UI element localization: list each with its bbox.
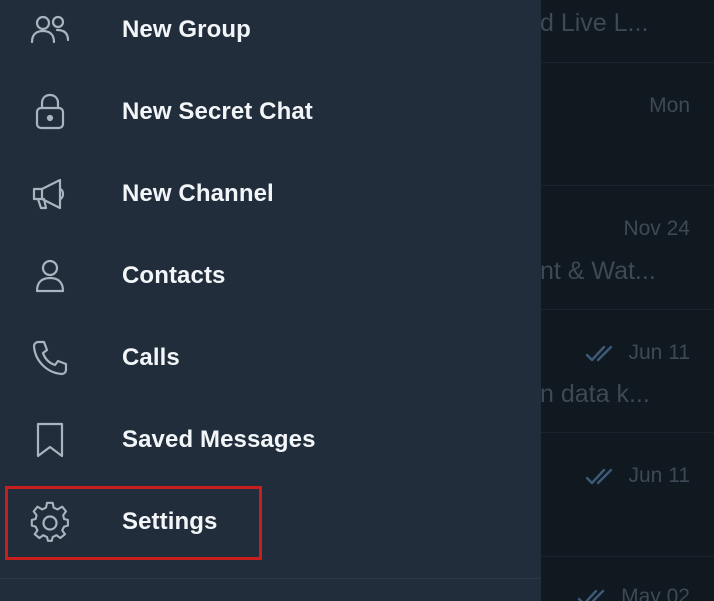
contact-icon <box>26 252 74 300</box>
menu-item-label: Contacts <box>122 262 226 289</box>
group-icon <box>26 6 74 54</box>
chat-snippet: nt & Wat... <box>540 257 656 285</box>
chat-date-text: Jun 11 <box>628 464 691 487</box>
megaphone-icon <box>26 170 74 218</box>
chat-date-text: Nov 24 <box>623 217 690 240</box>
chat-date-text: Jun 11 <box>628 341 691 364</box>
app-screen: d Live L... Mon Nov 24 nt & Wat... Jun 1… <box>0 0 714 601</box>
chat-date: Nov 24 <box>623 217 690 241</box>
lock-icon <box>26 88 74 136</box>
chat-date: May 02 <box>577 585 690 601</box>
menu-item-label: New Channel <box>122 180 274 207</box>
menu-item-new-channel[interactable]: New Channel <box>0 153 541 235</box>
double-check-icon <box>585 343 619 363</box>
bookmark-icon <box>26 416 74 464</box>
settings-highlight-box <box>5 486 262 560</box>
double-check-icon <box>585 466 619 486</box>
menu-item-label: New Group <box>122 16 251 43</box>
chat-snippet: d Live L... <box>540 9 649 37</box>
menu-item-label: Calls <box>122 344 180 371</box>
menu-item-new-secret-chat[interactable]: New Secret Chat <box>0 71 541 153</box>
chat-date-text: May 02 <box>621 585 690 601</box>
menu-item-saved-messages[interactable]: Saved Messages <box>0 399 541 481</box>
chat-date: Mon <box>649 94 690 118</box>
chat-date: Jun 11 <box>585 464 691 488</box>
chat-date-text: Mon <box>649 94 690 117</box>
phone-icon <box>26 334 74 382</box>
menu-item-calls[interactable]: Calls <box>0 317 541 399</box>
drawer-divider <box>0 578 541 579</box>
menu-item-new-group[interactable]: New Group <box>0 0 541 71</box>
chat-snippet: n data k... <box>540 380 650 408</box>
menu-item-label: Saved Messages <box>122 426 316 453</box>
double-check-icon <box>577 587 611 601</box>
chat-date: Jun 11 <box>585 341 691 365</box>
menu-item-contacts[interactable]: Contacts <box>0 235 541 317</box>
menu-item-label: New Secret Chat <box>122 98 313 125</box>
